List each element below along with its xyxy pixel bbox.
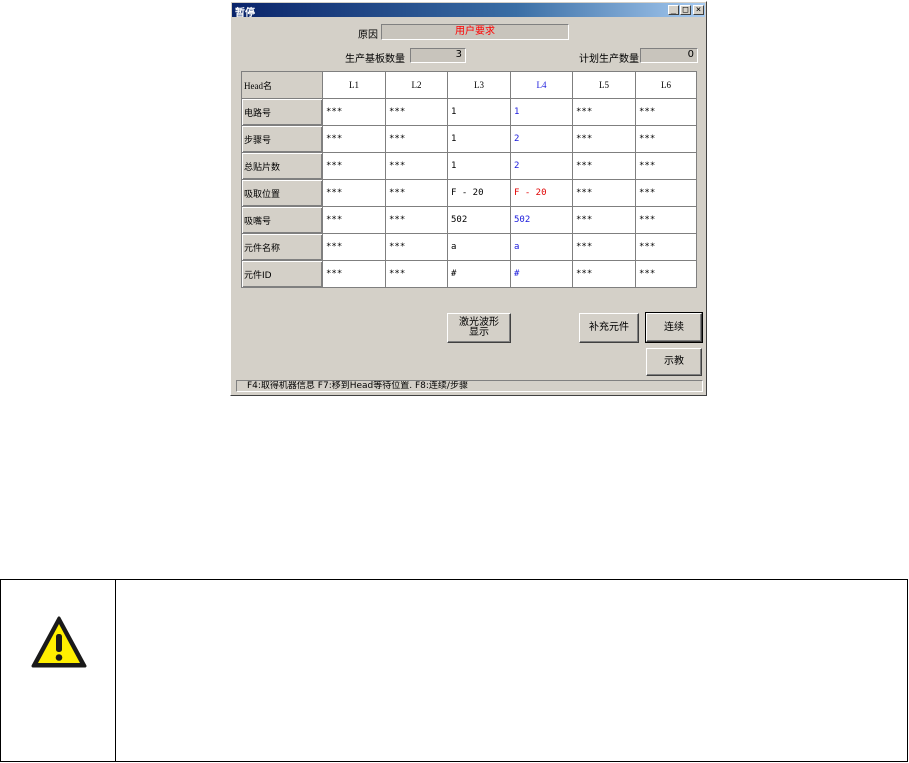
table-cell: # [447, 260, 511, 288]
table-cell: *** [385, 125, 448, 153]
table-cell: a [510, 233, 573, 261]
row-label-step-no: 步骤号 [241, 125, 323, 153]
produced-count-value: 3 [410, 48, 466, 63]
table-cell: 1 [510, 98, 573, 126]
table-cell: *** [635, 233, 697, 261]
column-header-l6[interactable]: L6 [635, 71, 697, 99]
table-row: 步骤号 *** *** 1 2 *** *** [241, 125, 697, 153]
table-cell: *** [635, 260, 697, 288]
table-cell: *** [572, 98, 636, 126]
table-cell: 1 [447, 125, 511, 153]
window-title: 暂停 [235, 8, 255, 19]
table-row: 总贴片数 *** *** 1 2 *** *** [241, 152, 697, 180]
warning-box [0, 579, 908, 762]
laser-waveform-label-line2: 显示 [469, 327, 489, 338]
status-bar: F4:取得机器信息 F7:移到Head等待位置. F8:连续/步骤 [236, 380, 703, 392]
table-cell: *** [385, 206, 448, 234]
column-header-l4[interactable]: L4 [510, 71, 573, 99]
table-cell: *** [635, 179, 697, 207]
table-cell: F - 20 [510, 179, 573, 207]
table-cell: *** [572, 233, 636, 261]
table-cell: *** [635, 125, 697, 153]
table-cell: 502 [510, 206, 573, 234]
table-cell: *** [322, 179, 386, 207]
table-cell: *** [572, 152, 636, 180]
planned-count-value: 0 [640, 48, 698, 63]
laser-waveform-button[interactable]: 激光波形 显示 [447, 313, 511, 343]
table-cell: *** [322, 152, 386, 180]
row-label-pickup-position: 吸取位置 [241, 179, 323, 207]
row-label-nozzle-no: 吸嘴号 [241, 206, 323, 234]
table-row: 吸嘴号 *** *** 502 502 *** *** [241, 206, 697, 234]
table-cell: *** [635, 206, 697, 234]
table-cell: *** [635, 98, 697, 126]
maximize-button[interactable]: □ [680, 5, 691, 15]
table-cell: 1 [447, 152, 511, 180]
table-header-row: Head名 L1 L2 L3 L4 L5 L6 [241, 71, 697, 99]
head-info-table: Head名 L1 L2 L3 L4 L5 L6 电路号 *** *** 1 1 … [241, 71, 697, 288]
teach-button[interactable]: 示教 [646, 348, 702, 376]
minimize-button[interactable]: _ [668, 5, 679, 15]
column-header-l1[interactable]: L1 [322, 71, 386, 99]
table-cell: *** [572, 206, 636, 234]
table-cell: *** [385, 98, 448, 126]
table-cell: a [447, 233, 511, 261]
table-cell: *** [322, 206, 386, 234]
table-cell: *** [322, 98, 386, 126]
table-cell: *** [385, 260, 448, 288]
table-row: 吸取位置 *** *** F - 20 F - 20 *** *** [241, 179, 697, 207]
table-row: 电路号 *** *** 1 1 *** *** [241, 98, 697, 126]
table-cell: 2 [510, 125, 573, 153]
column-header-l2[interactable]: L2 [385, 71, 448, 99]
table-cell: *** [385, 152, 448, 180]
table-cell: *** [322, 125, 386, 153]
replenish-component-button[interactable]: 补充元件 [579, 313, 639, 343]
planned-count-label: 计划生产数量 [579, 54, 639, 65]
table-cell: *** [572, 260, 636, 288]
close-button[interactable]: × [693, 5, 704, 15]
table-cell: F - 20 [447, 179, 511, 207]
row-label-circuit-no: 电路号 [241, 98, 323, 126]
table-cell: *** [385, 179, 448, 207]
warning-triangle-icon [31, 616, 87, 668]
table-cell: 2 [510, 152, 573, 180]
row-label-component-name: 元件名称 [241, 233, 323, 261]
table-cell: *** [385, 233, 448, 261]
row-label-component-id: 元件ID [241, 260, 323, 288]
column-header-l3[interactable]: L3 [447, 71, 511, 99]
table-cell: 502 [447, 206, 511, 234]
table-cell: *** [322, 260, 386, 288]
continue-button[interactable]: 连续 [645, 312, 703, 343]
table-cell: 1 [447, 98, 511, 126]
table-cell: *** [572, 125, 636, 153]
head-name-header: Head名 [241, 71, 323, 99]
column-header-l5[interactable]: L5 [572, 71, 636, 99]
warning-box-divider [115, 579, 116, 762]
table-row: 元件名称 *** *** a a *** *** [241, 233, 697, 261]
produced-count-label: 生产基板数量 [345, 54, 405, 65]
title-bar: 暂停 _ □ × [232, 3, 705, 19]
table-cell: *** [572, 179, 636, 207]
table-cell: *** [322, 233, 386, 261]
table-cell: # [510, 260, 573, 288]
reason-label: 原因 [358, 30, 378, 41]
table-cell: *** [635, 152, 697, 180]
reason-value: 用户要求 [381, 24, 569, 40]
row-label-total-placements: 总贴片数 [241, 152, 323, 180]
table-row: 元件ID *** *** # # *** *** [241, 260, 697, 288]
